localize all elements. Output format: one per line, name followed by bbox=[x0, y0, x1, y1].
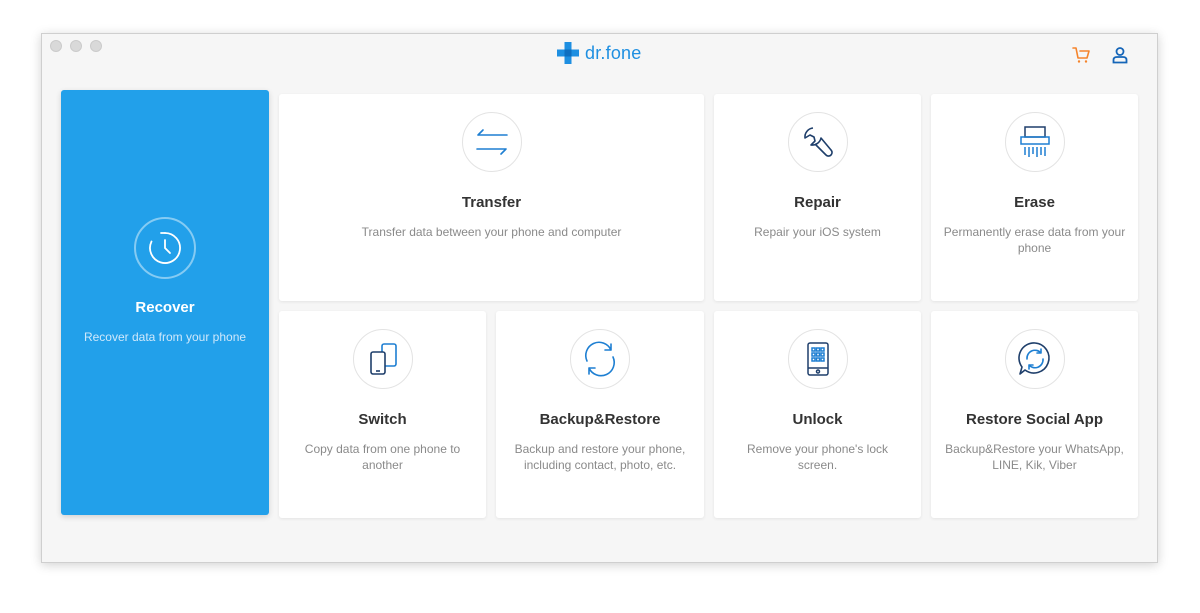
module-description: Backup&Restore your WhatsApp, LINE, Kik,… bbox=[945, 442, 1124, 472]
module-description: Transfer data between your phone and com… bbox=[361, 225, 622, 239]
clock-icon bbox=[134, 217, 196, 279]
module-card-switch[interactable]: Switch Copy data from one phone to anoth… bbox=[279, 311, 486, 518]
module-card-unlock[interactable]: Unlock Remove your phone's lock screen. bbox=[714, 311, 921, 518]
plus-logo-icon bbox=[557, 42, 579, 64]
module-card-erase[interactable]: Erase Permanently erase data from your p… bbox=[931, 94, 1138, 301]
module-description: Backup and restore your phone, including… bbox=[514, 442, 686, 472]
window-controls bbox=[50, 40, 102, 52]
phone-lock-icon bbox=[787, 329, 848, 389]
module-title: Switch bbox=[358, 411, 407, 428]
account-icon[interactable] bbox=[1109, 44, 1131, 66]
module-title: Backup&Restore bbox=[539, 411, 661, 428]
module-title: Repair bbox=[794, 194, 841, 211]
wrench-icon bbox=[787, 112, 848, 172]
module-card-repair[interactable]: Repair Repair your iOS system bbox=[714, 94, 921, 301]
phone-switch-icon bbox=[352, 329, 413, 389]
header-actions bbox=[1071, 44, 1131, 66]
module-card-restore-social-app[interactable]: Restore Social App Backup&Restore your W… bbox=[931, 311, 1138, 518]
module-card-transfer[interactable]: Transfer Transfer data between your phon… bbox=[279, 94, 704, 301]
module-card-backup-restore[interactable]: Backup&Restore Backup and restore your p… bbox=[496, 311, 704, 518]
module-title: Restore Social App bbox=[966, 411, 1103, 428]
chat-sync-icon bbox=[1004, 329, 1065, 389]
module-title: Unlock bbox=[792, 411, 843, 428]
brand-name: dr.fone bbox=[585, 42, 642, 63]
module-card-recover[interactable]: Recover Recover data from your phone bbox=[61, 90, 269, 515]
module-title: Recover bbox=[135, 299, 195, 316]
module-title: Erase bbox=[1014, 194, 1055, 211]
module-description: Remove your phone's lock screen. bbox=[746, 442, 889, 472]
module-title: Transfer bbox=[461, 194, 522, 211]
sync-icon bbox=[570, 329, 630, 389]
close-window-button[interactable] bbox=[50, 40, 62, 52]
zoom-window-button[interactable] bbox=[90, 40, 102, 52]
module-description: Copy data from one phone to another bbox=[304, 442, 461, 472]
shredder-icon bbox=[1004, 112, 1065, 172]
module-description: Recover data from your phone bbox=[83, 330, 247, 344]
app-logo: dr.fone bbox=[557, 42, 641, 64]
module-description: Repair your iOS system bbox=[754, 225, 881, 239]
minimize-window-button[interactable] bbox=[70, 40, 82, 52]
module-description: Permanently erase data from your phone bbox=[943, 225, 1126, 255]
transfer-arrows-icon bbox=[461, 112, 522, 172]
cart-icon[interactable] bbox=[1071, 44, 1093, 66]
